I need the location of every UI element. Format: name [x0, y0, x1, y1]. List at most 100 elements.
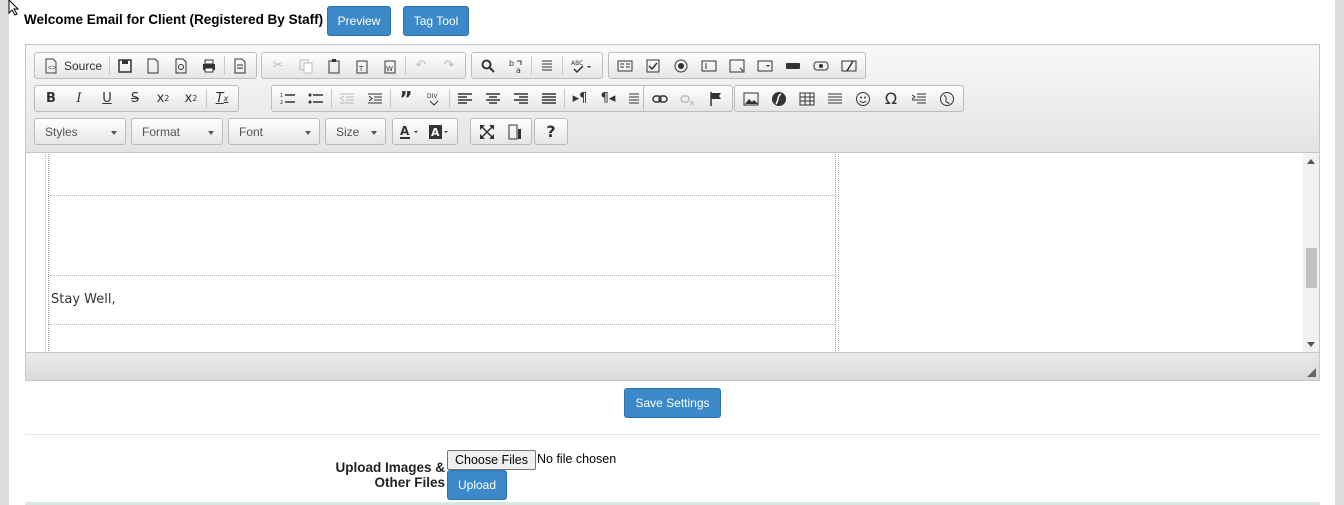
- format-label: Format: [142, 124, 181, 139]
- help-icon[interactable]: ?: [537, 120, 565, 143]
- radio-icon[interactable]: [667, 54, 695, 77]
- templates-icon[interactable]: [226, 54, 254, 77]
- anchor-flag-icon[interactable]: [702, 87, 730, 110]
- image-icon[interactable]: [737, 87, 765, 110]
- unlink-icon[interactable]: [674, 87, 702, 110]
- find-icon[interactable]: [474, 54, 502, 77]
- hidden-field-icon[interactable]: [835, 54, 863, 77]
- styles-dropdown[interactable]: Styles: [34, 118, 126, 145]
- iframe-icon[interactable]: [933, 87, 961, 110]
- remove-format-icon[interactable]: Tx: [208, 87, 236, 110]
- paste-word-icon[interactable]: W: [376, 54, 404, 77]
- table-icon[interactable]: [793, 87, 821, 110]
- upload-button[interactable]: Upload: [447, 470, 507, 500]
- form-icon[interactable]: [611, 54, 639, 77]
- size-dropdown[interactable]: Size: [325, 118, 386, 145]
- save-icon[interactable]: [111, 54, 139, 77]
- font-dropdown[interactable]: Font: [228, 118, 320, 145]
- size-label: Size: [336, 124, 360, 139]
- preview-button[interactable]: Preview: [327, 6, 391, 36]
- choose-files-button[interactable]: Choose Files: [447, 450, 536, 470]
- select-all-icon[interactable]: [533, 54, 561, 77]
- svg-text:ABC: ABC: [571, 60, 583, 67]
- flash-icon[interactable]: [765, 87, 793, 110]
- align-right-icon[interactable]: [507, 87, 535, 110]
- svg-text:1: 1: [280, 93, 283, 99]
- editor-scrollbar[interactable]: [1303, 153, 1319, 353]
- create-div-icon[interactable]: DIV: [420, 87, 448, 110]
- align-left-icon[interactable]: [451, 87, 479, 110]
- scroll-down-icon[interactable]: [1307, 342, 1315, 347]
- mouse-cursor-icon: [8, 0, 20, 16]
- text-field-icon[interactable]: [695, 54, 723, 77]
- smiley-icon[interactable]: [849, 87, 877, 110]
- italic-icon[interactable]: I: [65, 87, 93, 110]
- link-icon[interactable]: [646, 87, 674, 110]
- image-button-icon[interactable]: [807, 54, 835, 77]
- text-color-icon[interactable]: A: [395, 120, 425, 143]
- align-justify-icon[interactable]: [535, 87, 563, 110]
- toolbar-separator: [562, 56, 563, 75]
- align-center-icon[interactable]: [479, 87, 507, 110]
- spellcheck-icon[interactable]: ABC: [564, 54, 600, 77]
- divider: [25, 434, 1320, 435]
- bold-icon[interactable]: B: [37, 87, 65, 110]
- text-direction-rtl-icon[interactable]: ¶◂: [594, 87, 622, 110]
- print-icon[interactable]: [195, 54, 223, 77]
- outdent-icon[interactable]: [333, 87, 361, 110]
- background-color-icon[interactable]: A: [425, 120, 455, 143]
- chevron-down-icon: [371, 131, 377, 135]
- table-row-divider: [49, 275, 835, 276]
- textarea-icon[interactable]: [723, 54, 751, 77]
- bulleted-list-icon[interactable]: [302, 87, 330, 110]
- select-field-icon[interactable]: [751, 54, 779, 77]
- blockquote-icon[interactable]: ”: [392, 87, 420, 111]
- indent-icon[interactable]: [361, 87, 389, 110]
- left-margin: [0, 0, 9, 505]
- new-page-icon[interactable]: [139, 54, 167, 77]
- paste-text-icon[interactable]: T: [348, 54, 376, 77]
- subscript-icon[interactable]: x2: [149, 87, 177, 110]
- redo-icon[interactable]: ↷: [435, 54, 463, 77]
- editor-content[interactable]: Stay Well,: [26, 153, 1319, 353]
- cut-icon[interactable]: ✂: [264, 54, 292, 77]
- show-blocks-icon[interactable]: [501, 120, 529, 143]
- button-field-icon[interactable]: [779, 54, 807, 77]
- save-settings-button[interactable]: Save Settings: [624, 388, 721, 418]
- editor-status-bar: [26, 352, 1319, 380]
- numbered-list-icon[interactable]: 12: [274, 87, 302, 110]
- page-break-icon[interactable]: [905, 87, 933, 110]
- source-label: Source: [64, 58, 103, 73]
- scroll-up-icon[interactable]: [1307, 159, 1315, 164]
- superscript-icon[interactable]: x2: [177, 87, 205, 110]
- chevron-down-icon: [305, 131, 311, 135]
- format-dropdown[interactable]: Format: [131, 118, 223, 145]
- text-direction-ltr-icon[interactable]: ▸¶: [566, 87, 594, 110]
- right-margin: [1335, 0, 1344, 505]
- toolbar-group-document: <> Source: [34, 52, 258, 79]
- underline-icon[interactable]: U: [93, 87, 121, 110]
- svg-text:DIV: DIV: [427, 93, 438, 100]
- maximize-icon[interactable]: [473, 120, 501, 143]
- file-status-text: No file chosen: [537, 452, 617, 466]
- scrollbar-thumb[interactable]: [1306, 248, 1317, 288]
- toolbar-group-forms: [608, 52, 866, 79]
- toolbar-group-insert: Ω: [734, 85, 964, 112]
- source-button[interactable]: <> Source: [37, 54, 108, 77]
- copy-icon[interactable]: [292, 54, 320, 77]
- checkbox-icon[interactable]: [639, 54, 667, 77]
- preview-icon[interactable]: [167, 54, 195, 77]
- svg-text:<>: <>: [48, 65, 56, 72]
- tag-tool-button[interactable]: Tag Tool: [403, 6, 469, 36]
- resize-grip-icon[interactable]: [1307, 368, 1316, 377]
- special-char-icon[interactable]: Ω: [877, 87, 905, 110]
- horizontal-rule-icon[interactable]: [821, 87, 849, 110]
- source-icon: <>: [45, 58, 57, 73]
- content-table: [45, 153, 839, 353]
- replace-icon[interactable]: ba: [502, 54, 530, 77]
- svg-text:b: b: [509, 59, 514, 68]
- strikethrough-icon[interactable]: S: [121, 87, 149, 110]
- undo-icon[interactable]: ↶: [407, 54, 435, 77]
- rich-text-editor: <> Source ✂ T W ↶ ↷ ba ABC B I U S x 2 x…: [25, 44, 1320, 381]
- paste-icon[interactable]: [320, 54, 348, 77]
